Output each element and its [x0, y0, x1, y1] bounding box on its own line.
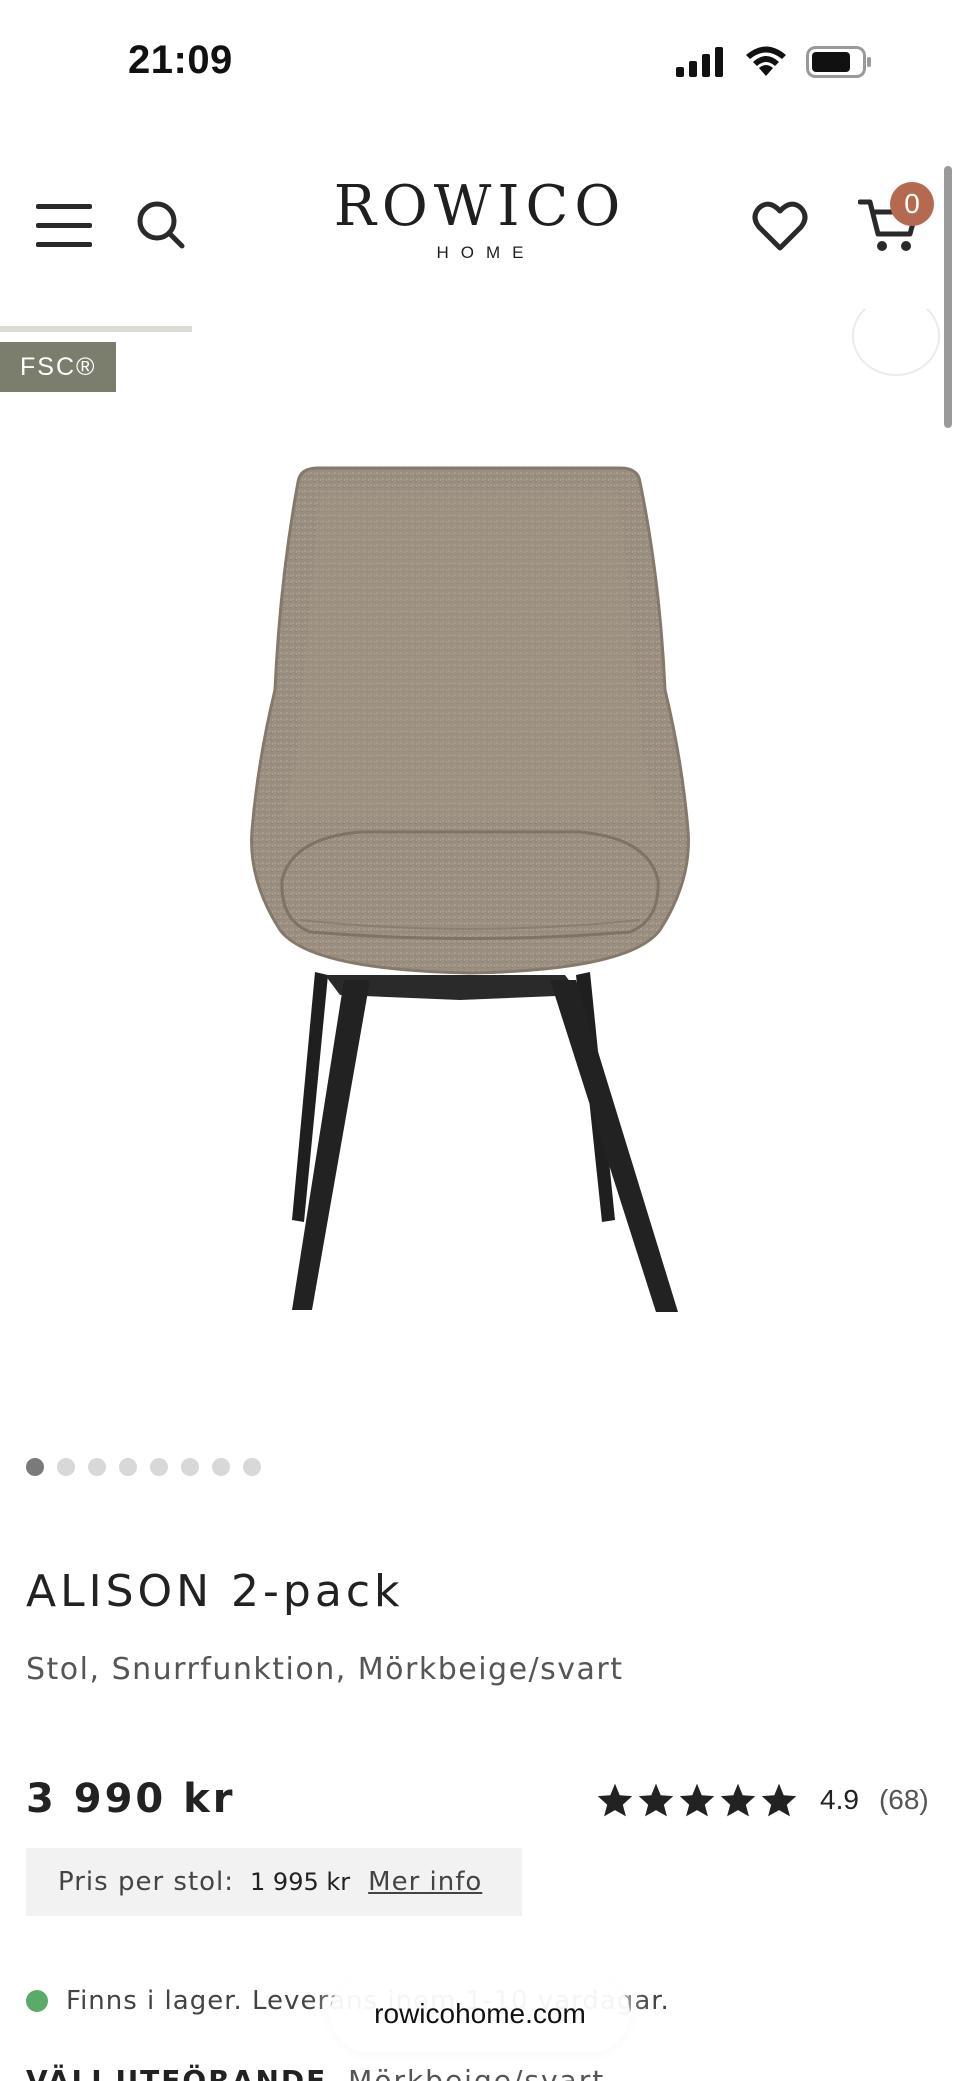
gallery-dot-1[interactable]	[26, 1458, 44, 1476]
variant-selector-row[interactable]: VÄLJ UTFÖRANDE Mörkbeige/svart	[26, 2064, 926, 2081]
price-per-chair-box: Pris per stol: 1 995 kr Mer info	[26, 1848, 522, 1916]
browser-address-pill[interactable]: rowicohome.com	[330, 1976, 630, 2052]
gallery-pagination	[26, 1458, 261, 1476]
star-icon	[638, 1783, 674, 1817]
product-image-chair[interactable]	[220, 460, 720, 1340]
gallery-dot-5[interactable]	[150, 1458, 168, 1476]
battery-icon	[806, 46, 871, 78]
rating-stars	[596, 1782, 798, 1818]
gallery-dot-4[interactable]	[119, 1458, 137, 1476]
per-chair-value: 1 995 kr	[250, 1868, 351, 1896]
gallery-dot-8[interactable]	[243, 1458, 261, 1476]
cart-count-badge: 0	[890, 182, 934, 226]
status-time: 21:09	[128, 38, 233, 82]
site-logo[interactable]: ROWICO HOME	[300, 174, 660, 263]
variant-label: VÄLJ UTFÖRANDE	[26, 2064, 328, 2081]
more-info-link[interactable]: Mer info	[368, 1867, 482, 1897]
product-title: ALISON 2-pack	[26, 1566, 404, 1617]
cellular-signal-icon	[676, 47, 723, 77]
gallery-dot-6[interactable]	[181, 1458, 199, 1476]
gallery-dot-3[interactable]	[88, 1458, 106, 1476]
product-rating[interactable]: 4.9 (68)	[596, 1782, 929, 1818]
fsc-badge: FSC®	[0, 342, 117, 392]
wifi-icon	[746, 46, 786, 76]
search-icon	[137, 201, 185, 249]
gallery-dot-2[interactable]	[57, 1458, 75, 1476]
wishlist-button[interactable]	[752, 200, 808, 252]
heart-icon	[752, 201, 808, 251]
product-gallery[interactable]: FSC®	[0, 296, 960, 1476]
star-icon	[679, 1783, 715, 1817]
hamburger-icon	[36, 204, 92, 209]
star-icon	[597, 1783, 633, 1817]
rating-score: 4.9	[820, 1784, 859, 1815]
hamburger-icon-bar	[36, 242, 92, 247]
hamburger-icon-bar	[36, 223, 92, 228]
menu-button[interactable]	[36, 204, 92, 248]
rating-count[interactable]: (68)	[879, 1784, 929, 1816]
product-price: 3 990 kr	[26, 1776, 236, 1822]
gallery-progress-line	[0, 326, 192, 332]
star-icon	[720, 1783, 756, 1817]
status-bar: 21:09	[0, 0, 960, 130]
per-chair-label: Pris per stol:	[58, 1867, 235, 1897]
product-subtitle: Stol, Snurrfunktion, Mörkbeige/svart	[26, 1652, 624, 1687]
site-header: ROWICO HOME 0	[0, 160, 960, 300]
in-stock-indicator	[26, 1990, 48, 2012]
logo-subtitle: HOME	[436, 243, 536, 262]
variant-value: Mörkbeige/svart	[348, 2064, 606, 2081]
status-icons	[676, 46, 872, 78]
star-icon	[761, 1783, 797, 1817]
search-button[interactable]	[136, 200, 186, 250]
gallery-dot-7[interactable]	[212, 1458, 230, 1476]
logo-wordmark: ROWICO	[333, 174, 627, 239]
gallery-zoom-button[interactable]	[852, 296, 940, 376]
